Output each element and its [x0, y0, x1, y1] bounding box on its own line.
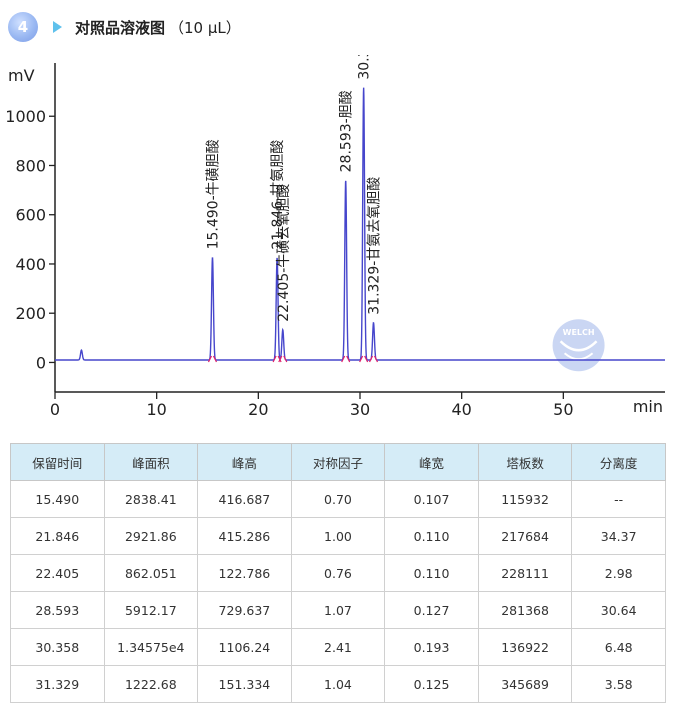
column-header: 分离度: [571, 443, 666, 481]
table-cell: 1.34575e4: [103, 628, 199, 666]
watermark-logo: WELCH: [552, 319, 605, 372]
table-cell: 2.41: [290, 628, 386, 666]
table-row: 22.405 862.051 122.786 0.76 0.110 228111 2.98: [10, 554, 666, 592]
y-tick-label: 400: [15, 255, 46, 274]
table-cell: --: [571, 480, 666, 518]
peak-label: 15.490-牛磺胆酸: [205, 139, 221, 249]
table-cell: 415.286: [197, 517, 292, 555]
x-tick-label: 30: [350, 400, 370, 419]
x-tick-label: 40: [451, 400, 471, 419]
chromatogram-chart: WELCH 0 200 400 600 800 1000 0 10 20 30 40 50 mV min 15…: [5, 55, 665, 419]
column-header: 保留时间: [10, 443, 105, 481]
table-cell: 862.051: [103, 554, 199, 592]
chart-subtitle: （10 μL）: [169, 19, 241, 37]
x-tick-label: 0: [50, 400, 60, 419]
y-axis-label: mV: [8, 66, 35, 85]
table-row: 28.593 5912.17 729.637 1.07 0.127 281368 30.64: [10, 591, 666, 629]
section-header: 4 对照品溶液图 （10 μL）: [8, 12, 668, 42]
column-header: 峰宽: [384, 443, 479, 481]
table-cell: 34.37: [571, 517, 666, 555]
play-arrow-icon: [53, 21, 62, 33]
peak-label: 28.593-胆酸: [339, 90, 355, 172]
table-cell: 22.405: [10, 554, 105, 592]
table-cell: 1106.24: [197, 628, 292, 666]
watermark-circle: [552, 319, 605, 372]
table-cell: 2921.86: [103, 517, 199, 555]
table-cell: 28.593: [10, 591, 105, 629]
table-cell: 228111: [477, 554, 573, 592]
table-cell: 1.00: [290, 517, 386, 555]
x-tick-label: 10: [146, 400, 166, 419]
section-number-badge: 4: [8, 12, 38, 42]
table-row: 15.490 2838.41 416.687 0.70 0.107 115932 --: [10, 480, 666, 518]
table-header-row: 保留时间 峰面积 峰高 对称因子 峰宽 塔板数 分离度: [10, 443, 666, 481]
x-tick-label: 50: [553, 400, 573, 419]
table-cell: 122.786: [197, 554, 292, 592]
table-cell: 30.64: [571, 591, 666, 629]
table-cell: 1.07: [290, 591, 386, 629]
column-header: 峰高: [197, 443, 292, 481]
table-cell: 217684: [477, 517, 573, 555]
table-cell: 416.687: [197, 480, 292, 518]
table-cell: 2838.41: [103, 480, 199, 518]
table-cell: 0.110: [384, 554, 479, 592]
table-cell: 6.48: [571, 628, 666, 666]
table-cell: 729.637: [197, 591, 292, 629]
table-cell: 115932: [477, 480, 573, 518]
results-table: 保留时间 峰面积 峰高 对称因子 峰宽 塔板数 分离度 15.490 2838.41 416.6…: [10, 443, 666, 703]
chart-title: 对照品溶液图 （10 μL）: [75, 17, 241, 38]
column-header: 对称因子: [290, 443, 386, 481]
table-cell: 136922: [477, 628, 573, 666]
peak-label: 31.329-甘氨去氧胆酸: [367, 177, 383, 315]
chart-title-text: 对照品溶液图: [75, 19, 166, 37]
table-cell: 0.76: [290, 554, 386, 592]
table-row: 21.846 2921.86 415.286 1.00 0.110 217684 34.37: [10, 517, 666, 555]
y-tick-label: 1000: [5, 107, 46, 126]
table-cell: 281368: [477, 591, 573, 629]
column-header: 峰面积: [103, 443, 199, 481]
x-tick-label: 20: [248, 400, 268, 419]
table-cell: 0.127: [384, 591, 479, 629]
table-cell: 5912.17: [103, 591, 199, 629]
table-row: 30.358 1.34575e4 1106.24 2.41 0.193 136922 6.4…: [10, 628, 666, 666]
table-body: 15.490 2838.41 416.687 0.70 0.107 115932 -- 21.…: [10, 480, 666, 703]
y-tick-label: 200: [15, 304, 46, 323]
chromatogram-trace: [55, 87, 665, 361]
column-header: 塔板数: [477, 443, 573, 481]
peak-label: 30.358-猪去氧胆酸: [357, 55, 373, 80]
y-tick-label: 600: [15, 206, 46, 225]
table-cell: 0.110: [384, 517, 479, 555]
table-cell: 30.358: [10, 628, 105, 666]
y-tick-label: 800: [15, 156, 46, 175]
table-cell: 0.193: [384, 628, 479, 666]
table-cell: 21.846: [10, 517, 105, 555]
y-tick-label: 0: [36, 353, 46, 372]
peak-label: 22.405-牛磺去氧胆酸: [276, 184, 292, 322]
x-axis-label: min: [633, 397, 663, 416]
table-cell: 0.70: [290, 480, 386, 518]
table-cell: 2.98: [571, 554, 666, 592]
table-cell: 0.107: [384, 480, 479, 518]
table-cell: 15.490: [10, 480, 105, 518]
watermark-text: WELCH: [563, 328, 595, 337]
